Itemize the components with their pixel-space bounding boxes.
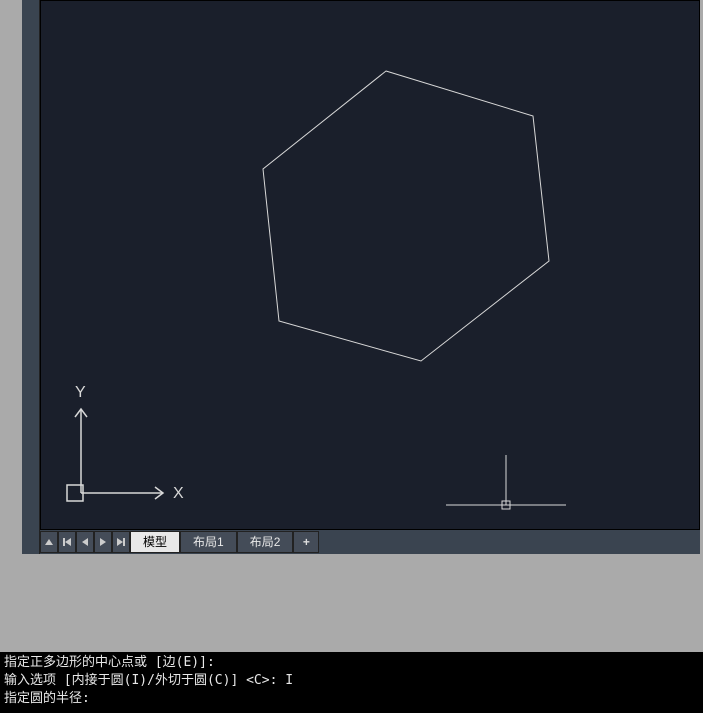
command-history-line: 输入选项 [内接于圆(I)/外切于圆(C)] <C>: I — [4, 672, 699, 690]
scroll-up-icon[interactable] — [40, 531, 58, 553]
drawing-canvas[interactable]: X Y — [40, 0, 700, 530]
command-line-panel[interactable]: 指定正多边形的中心点或 [边(E)]: 输入选项 [内接于圆(I)/外切于圆(C… — [0, 652, 703, 713]
command-prompt-line: 指定圆的半径: — [4, 690, 699, 708]
tab-add-button[interactable]: + — [293, 531, 319, 553]
ucs-y-label: Y — [75, 384, 86, 401]
nav-prev-icon[interactable] — [76, 531, 94, 553]
tab-layout1[interactable]: 布局1 — [180, 531, 237, 553]
ucs-axes-icon: X Y — [63, 381, 193, 511]
tab-layout2[interactable]: 布局2 — [237, 531, 294, 553]
tab-model[interactable]: 模型 — [130, 531, 180, 553]
nav-first-icon[interactable] — [58, 531, 76, 553]
hexagon-shape — [241, 51, 571, 371]
drawing-window: X Y 模型 布局1 布局2 + — [22, 0, 700, 554]
ucs-x-label: X — [173, 485, 184, 502]
nav-last-icon[interactable] — [112, 531, 130, 553]
crosshair-cursor — [446, 455, 566, 515]
nav-next-icon[interactable] — [94, 531, 112, 553]
left-sidebar-stub — [22, 0, 40, 554]
tab-bar: 模型 布局1 布局2 + — [40, 530, 700, 554]
command-history-line: 指定正多边形的中心点或 [边(E)]: — [4, 654, 699, 672]
